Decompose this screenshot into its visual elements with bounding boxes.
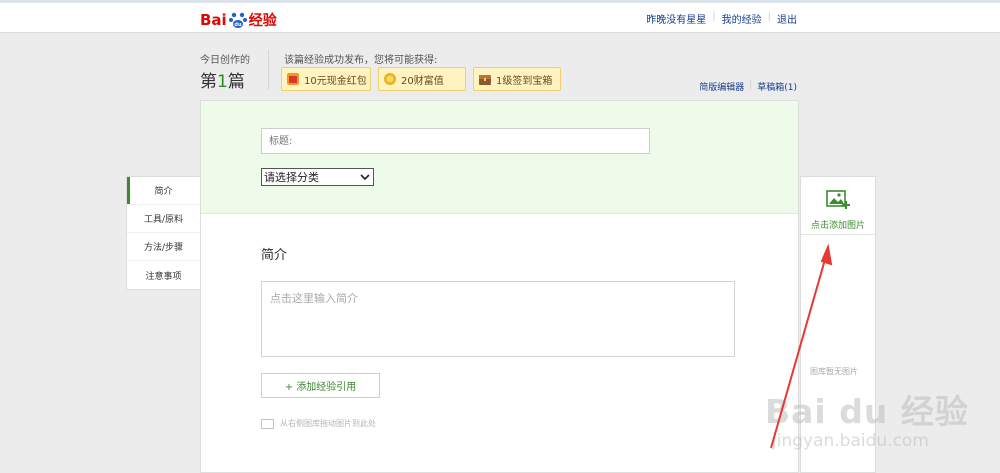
today-suffix: 篇 bbox=[227, 72, 245, 92]
simple-editor-link[interactable]: 简版编辑器 bbox=[699, 80, 744, 93]
treasure-chest-icon bbox=[478, 72, 492, 86]
browser-strip bbox=[0, 0, 1000, 3]
today-label: 今日创作的 bbox=[200, 55, 250, 66]
red-packet-icon bbox=[286, 72, 300, 86]
category-select[interactable]: 请选择分类 bbox=[261, 168, 374, 186]
top-bar: Bai du 经验 昨晚没有星星 | 我的经验 | 退出 bbox=[0, 0, 1000, 33]
reward-wealth: 20财富值 bbox=[378, 67, 466, 91]
logo-text-bai: Bai bbox=[200, 11, 227, 29]
reward-text: 1级签到宝箱 bbox=[496, 75, 553, 87]
drag-hint: 从右侧图库拖动图片到此处 bbox=[261, 418, 376, 429]
reward-chest: 1级签到宝箱 bbox=[473, 67, 561, 91]
reward-text: 10元现金红包 bbox=[304, 75, 367, 87]
add-image-icon bbox=[825, 188, 851, 214]
section-title: 简介 bbox=[261, 248, 288, 263]
today-count-number: 1 bbox=[217, 72, 228, 92]
add-image-button[interactable]: 点击添加图片 bbox=[801, 177, 875, 235]
drag-hint-text: 从右侧图库拖动图片到此处 bbox=[280, 419, 376, 428]
nav-item-steps[interactable]: 方法/步骤 bbox=[127, 233, 200, 261]
reward-label: 该篇经验成功发布，您将可能获得: bbox=[284, 55, 438, 66]
watermark-logo: Bai du 经验 bbox=[765, 392, 969, 431]
link-separator: | bbox=[767, 11, 771, 22]
baidu-jingyan-logo[interactable]: Bai du 经验 bbox=[200, 9, 277, 31]
category-selected-value: 请选择分类 bbox=[264, 171, 319, 184]
watermark-url: jingyan.baidu.com bbox=[772, 431, 929, 451]
title-section: 请选择分类 bbox=[201, 101, 798, 214]
svg-text:du: du bbox=[234, 22, 242, 28]
nav-item-tools[interactable]: 工具/原料 bbox=[127, 205, 200, 233]
logo-text-jingyan: 经验 bbox=[248, 13, 277, 29]
image-icon bbox=[261, 418, 274, 429]
library-empty-text: 图库暂无图片 bbox=[810, 367, 858, 376]
intro-textarea[interactable]: 点击这里输入简介 bbox=[261, 281, 735, 357]
nav-item-intro[interactable]: 简介 bbox=[127, 177, 200, 205]
drafts-link[interactable]: 草稿箱(1) bbox=[757, 80, 797, 93]
link-separator: | bbox=[712, 11, 716, 22]
reward-text: 20财富值 bbox=[401, 75, 444, 87]
chevron-down-icon bbox=[360, 172, 370, 182]
logout-link[interactable]: 退出 bbox=[777, 11, 797, 26]
today-count: 第1篇 bbox=[200, 67, 245, 92]
user-links: 昨晚没有星星 | 我的经验 | 退出 bbox=[646, 11, 797, 26]
coin-icon bbox=[383, 72, 397, 86]
reward-red-packet: 10元现金红包 bbox=[281, 67, 371, 91]
today-prefix: 第 bbox=[200, 72, 217, 92]
stats-divider bbox=[268, 50, 269, 90]
username-link[interactable]: 昨晚没有星星 bbox=[646, 11, 706, 26]
editor-panel: 请选择分类 简介 点击这里输入简介 + 添加经验引用 从右侧图库拖动图片到此处 bbox=[200, 100, 799, 473]
title-input[interactable] bbox=[261, 128, 650, 154]
nav-item-notes[interactable]: 注意事项 bbox=[127, 261, 200, 289]
add-reference-button[interactable]: + 添加经验引用 bbox=[261, 373, 380, 398]
my-experience-link[interactable]: 我的经验 bbox=[722, 11, 762, 26]
add-image-label: 点击添加图片 bbox=[810, 221, 865, 231]
editor-links: 简版编辑器 | 草稿箱(1) bbox=[699, 80, 797, 93]
link-separator: | bbox=[749, 80, 753, 90]
section-nav: 简介 工具/原料 方法/步骤 注意事项 bbox=[126, 176, 201, 290]
paw-icon: du bbox=[228, 11, 248, 29]
